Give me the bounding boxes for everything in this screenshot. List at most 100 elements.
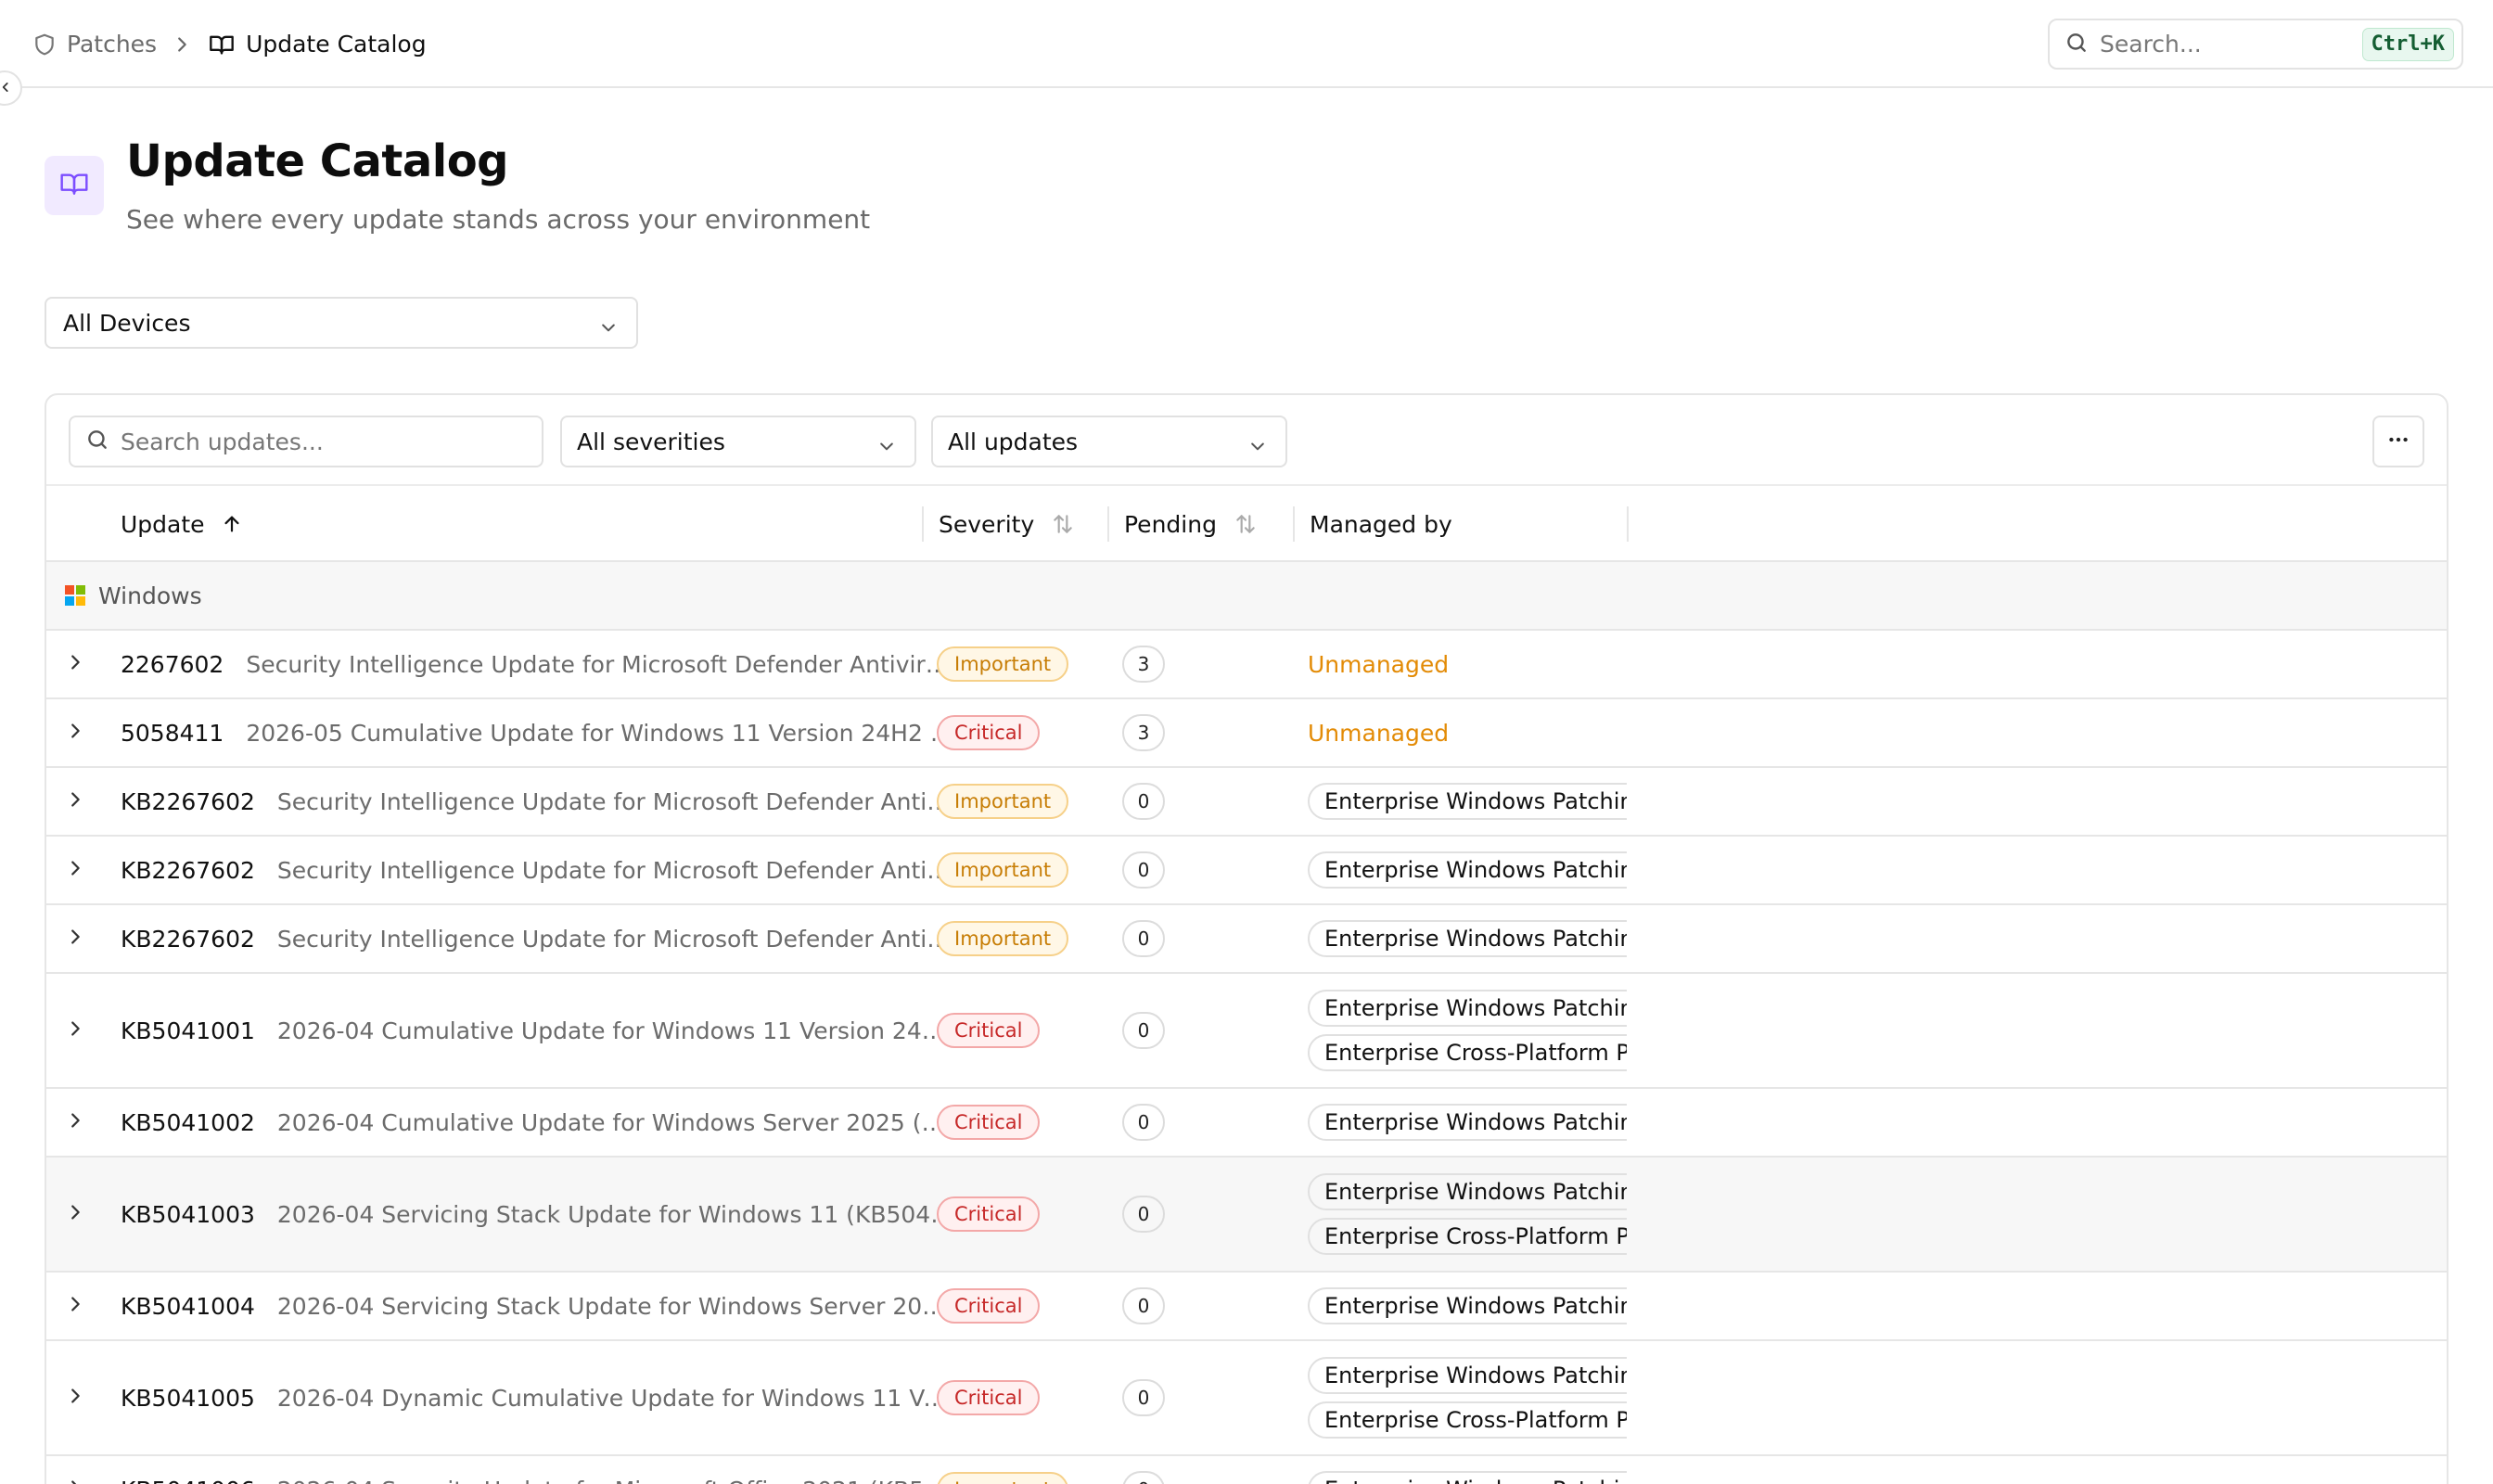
update-description: 2026-04 Servicing Stack Update for Windo…: [276, 1200, 955, 1228]
update-status-filter-select[interactable]: All updates: [931, 416, 1287, 467]
table-row[interactable]: KB5041006 2026-04 Security Update for Mic…: [46, 1456, 2447, 1484]
chevron-right-icon: [65, 789, 85, 813]
update-cell: KB5041004 2026-04 Servicing Stack Update …: [121, 1273, 955, 1339]
row-expand-button[interactable]: [65, 631, 102, 697]
breadcrumb: Patches Update Catalog: [32, 0, 427, 88]
update-description: 2026-04 Cumulative Update for Windows Se…: [276, 1108, 955, 1136]
row-expand-button[interactable]: [65, 974, 102, 1087]
pending-cell: 0: [1122, 1158, 1165, 1271]
update-description: Security Intelligence Update for Microso…: [246, 650, 955, 678]
chevron-right-icon: [65, 1202, 85, 1226]
table-row[interactable]: KB5041005 2026-04 Dynamic Cumulative Upda…: [46, 1341, 2447, 1456]
managed-by-chip: Enterprise Windows Patching: [1308, 920, 1627, 957]
book-open-icon: [209, 32, 235, 58]
update-search-input[interactable]: Search updates...: [69, 416, 543, 467]
search-icon: [85, 428, 109, 455]
column-divider: [1107, 506, 1109, 542]
row-expand-button[interactable]: [65, 1158, 102, 1271]
table-row[interactable]: KB2267602 Security Intelligence Update fo…: [46, 905, 2447, 974]
pending-cell: 0: [1122, 768, 1165, 835]
update-id: 5058411: [121, 719, 224, 747]
managed-by-chip: Enterprise Windows Patching: [1308, 783, 1627, 820]
update-id: KB5041003: [121, 1200, 255, 1228]
table-toolbar: Search updates... All severities All upd…: [46, 395, 2447, 486]
pending-cell: 0: [1122, 974, 1165, 1087]
page-icon: [45, 156, 104, 215]
sort-icon: [1051, 512, 1075, 536]
group-row-windows[interactable]: Windows: [46, 562, 2447, 631]
column-label-pending: Pending: [1124, 510, 1217, 538]
row-expand-button[interactable]: [65, 1273, 102, 1339]
managed-by-cell: Enterprise Windows Patching: [1308, 837, 1627, 903]
table-row[interactable]: KB5041004 2026-04 Servicing Stack Update …: [46, 1273, 2447, 1341]
severity-cell: Important: [937, 1456, 1069, 1484]
unmanaged-label: Unmanaged: [1308, 719, 1450, 747]
update-search-placeholder: Search updates...: [121, 428, 324, 455]
page-subtitle: See where every update stands across you…: [126, 204, 871, 235]
column-header-severity[interactable]: Severity: [939, 486, 1075, 562]
severity-badge: Critical: [937, 1380, 1041, 1415]
global-search-placeholder: Search...: [2100, 31, 2202, 58]
pending-count-badge: 0: [1122, 1196, 1165, 1233]
update-id: KB5041005: [121, 1384, 255, 1412]
pending-count-badge: 0: [1122, 1287, 1165, 1324]
search-icon: [2065, 31, 2089, 58]
managed-by-chip: Enterprise Cross-Platform Patching: [1308, 1218, 1627, 1255]
pending-count-badge: 0: [1122, 1012, 1165, 1049]
windows-logo-icon: [65, 585, 85, 606]
table-row[interactable]: KB2267602 Security Intelligence Update fo…: [46, 837, 2447, 905]
managed-by-cell: Enterprise Windows Patching Enterprise Cr…: [1308, 974, 1627, 1087]
table-row[interactable]: KB2267602 Security Intelligence Update fo…: [46, 768, 2447, 837]
updates-table-card: Search updates... All severities All upd…: [45, 393, 2448, 1484]
shield-icon: [32, 32, 58, 58]
more-options-button[interactable]: [2372, 416, 2424, 467]
row-expand-button[interactable]: [65, 1089, 102, 1156]
managed-by-cell: Enterprise Windows Patching: [1308, 905, 1627, 972]
row-expand-button[interactable]: [65, 768, 102, 835]
arrow-up-icon: [222, 514, 242, 534]
device-filter-select[interactable]: All Devices: [45, 297, 638, 349]
column-divider: [922, 506, 924, 542]
update-cell: KB2267602 Security Intelligence Update fo…: [121, 905, 955, 972]
managed-by-cell: Enterprise Windows Patching Enterprise Cr…: [1308, 1158, 1627, 1271]
table-row[interactable]: KB5041003 2026-04 Servicing Stack Update …: [46, 1158, 2447, 1273]
sort-icon: [1234, 512, 1258, 536]
chevron-right-icon: [65, 1110, 85, 1134]
table-row[interactable]: 2267602 Security Intelligence Update for …: [46, 631, 2447, 699]
table-row[interactable]: KB5041002 2026-04 Cumulative Update for W…: [46, 1089, 2447, 1158]
update-id: KB5041004: [121, 1292, 255, 1320]
severity-filter-select[interactable]: All severities: [560, 416, 916, 467]
book-open-icon: [59, 169, 89, 202]
update-status-filter-value: All updates: [948, 428, 1079, 455]
chevron-right-icon: [65, 927, 85, 951]
managed-by-chip: Enterprise Cross-Platform Patching: [1308, 1034, 1627, 1071]
table-row[interactable]: 5058411 2026-05 Cumulative Update for Win…: [46, 699, 2447, 768]
managed-by-cell: Unmanaged: [1308, 631, 1627, 697]
row-expand-button[interactable]: [65, 1456, 102, 1484]
pending-count-badge: 0: [1122, 920, 1165, 957]
row-expand-button[interactable]: [65, 905, 102, 972]
global-search[interactable]: Search... Ctrl+K: [2048, 19, 2463, 70]
chevron-down-icon: [1248, 434, 1267, 461]
chevron-right-icon: [65, 721, 85, 745]
page-title: Update Catalog: [126, 135, 509, 187]
pending-cell: 0: [1122, 837, 1165, 903]
breadcrumb-patches-link[interactable]: Patches: [67, 31, 157, 58]
table-row[interactable]: KB5041001 2026-04 Cumulative Update for W…: [46, 974, 2447, 1089]
pending-cell: 0: [1122, 1089, 1165, 1156]
row-expand-button[interactable]: [65, 1341, 102, 1454]
column-header-update[interactable]: Update: [121, 486, 242, 562]
column-header-pending[interactable]: Pending: [1124, 486, 1258, 562]
table-header: Update Severity Pending Managed by: [46, 486, 2447, 562]
row-expand-button[interactable]: [65, 699, 102, 766]
chevron-right-icon: [65, 1294, 85, 1318]
update-description: 2026-04 Servicing Stack Update for Windo…: [276, 1292, 955, 1320]
chevron-right-icon: [65, 1478, 85, 1484]
severity-badge: Important: [937, 646, 1069, 682]
update-description: Security Intelligence Update for Microso…: [276, 856, 955, 884]
row-expand-button[interactable]: [65, 837, 102, 903]
update-cell: KB5041005 2026-04 Dynamic Cumulative Upda…: [121, 1341, 955, 1454]
severity-badge: Critical: [937, 1288, 1041, 1324]
update-cell: KB2267602 Security Intelligence Update fo…: [121, 768, 955, 835]
managed-by-cell: Unmanaged: [1308, 699, 1627, 766]
